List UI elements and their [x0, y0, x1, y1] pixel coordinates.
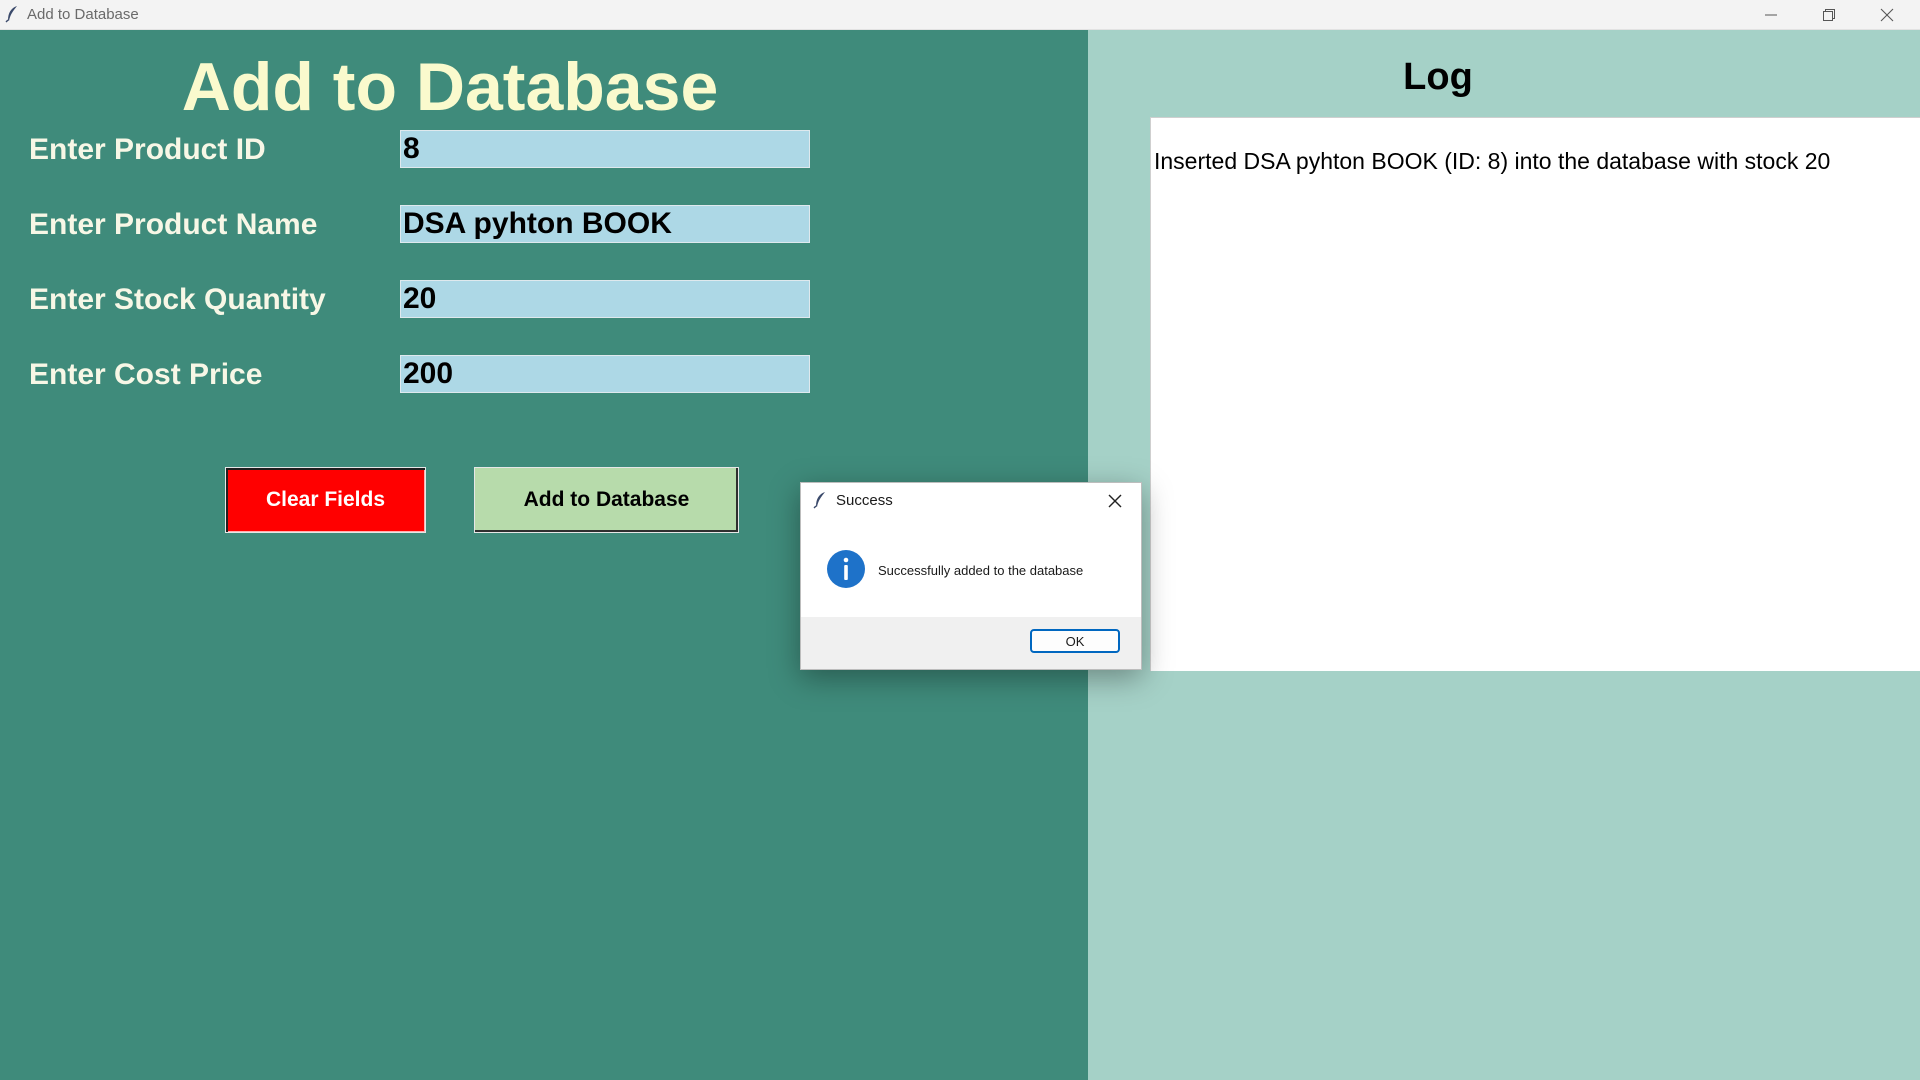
log-panel: Log Inserted DSA pyhton BOOK (ID: 8) int… — [1088, 30, 1920, 1080]
dialog-footer: OK — [801, 617, 1141, 669]
ok-button[interactable]: OK — [1030, 629, 1120, 653]
cost-price-input[interactable] — [400, 355, 810, 393]
close-icon — [1880, 8, 1894, 22]
minimize-icon — [1765, 14, 1777, 16]
feather-icon — [5, 5, 19, 23]
restore-button[interactable] — [1800, 0, 1858, 29]
close-icon — [1108, 494, 1122, 508]
product-id-label: Enter Product ID — [29, 133, 266, 166]
window-title: Add to Database — [27, 6, 139, 23]
feather-icon — [813, 491, 827, 514]
log-entry: Inserted DSA pyhton BOOK (ID: 8) into th… — [1154, 148, 1831, 174]
stock-quantity-input[interactable] — [400, 280, 810, 318]
success-dialog: Success Successfully added to the databa… — [800, 482, 1142, 670]
minimize-button[interactable] — [1742, 0, 1800, 29]
add-to-database-button[interactable]: Add to Database — [474, 467, 739, 533]
stock-quantity-label: Enter Stock Quantity — [29, 283, 326, 316]
product-id-input[interactable] — [400, 130, 810, 168]
dialog-titlebar: Success — [801, 483, 1141, 519]
clear-fields-button[interactable]: Clear Fields — [225, 467, 426, 533]
info-icon — [826, 549, 866, 594]
page-title: Add to Database — [181, 49, 719, 125]
log-textbox[interactable]: Inserted DSA pyhton BOOK (ID: 8) into th… — [1150, 117, 1920, 671]
product-name-label: Enter Product Name — [29, 208, 318, 241]
log-title: Log — [1403, 56, 1473, 98]
dialog-close-button[interactable] — [1106, 492, 1124, 510]
close-button[interactable] — [1858, 0, 1916, 29]
product-name-input[interactable] — [400, 205, 810, 243]
restore-icon — [1823, 9, 1835, 21]
dialog-title: Success — [836, 492, 893, 509]
dialog-message: Successfully added to the database — [878, 563, 1084, 578]
window-titlebar: Add to Database — [0, 0, 1920, 30]
cost-price-label: Enter Cost Price — [29, 358, 263, 391]
